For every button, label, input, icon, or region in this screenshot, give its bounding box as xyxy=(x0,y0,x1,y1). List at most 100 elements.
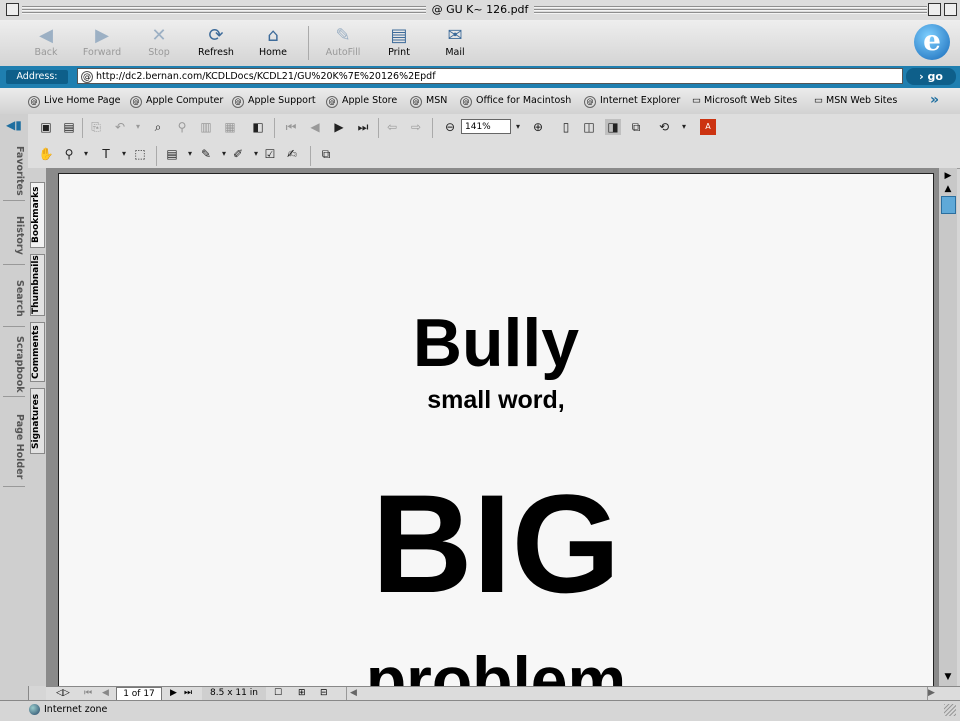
tab-bookmarks[interactable]: Bookmarks xyxy=(30,182,45,248)
next-page-icon[interactable]: ▶ xyxy=(331,119,347,135)
scroll-left-arrow-icon[interactable]: ◀ xyxy=(350,688,357,698)
fav-label: MSN Web Sites xyxy=(826,95,898,106)
previous-page-icon[interactable]: ◀ xyxy=(102,687,109,701)
tab-scrapbook[interactable]: Scrapbook xyxy=(3,332,25,397)
tab-page-holder[interactable]: Page Holder xyxy=(3,408,25,487)
tab-comments[interactable]: Comments xyxy=(30,322,45,382)
toolbar-divider xyxy=(156,146,157,166)
fav-microsoft-web-sites[interactable]: ▭ Microsoft Web Sites xyxy=(692,95,797,106)
page-navigation-bar: ◁▷ ⏮ ◀ 1 of 17 ▶ ⏭ 8.5 x 11 in ☐ ⊞ ⊟ ◀ ▶ xyxy=(46,686,960,701)
actual-size-icon[interactable]: ▯ xyxy=(558,119,574,135)
document-properties-icon[interactable]: ⧉ xyxy=(318,146,334,162)
paste-icon[interactable]: ▦ xyxy=(222,119,238,135)
go-forward-icon[interactable]: ⇨ xyxy=(408,119,424,135)
zoom-tool-icon[interactable]: ⚲ xyxy=(61,146,77,162)
fit-width-icon[interactable]: ◨ xyxy=(605,119,621,135)
autofill-button[interactable]: ✎ AutoFill xyxy=(315,25,371,58)
copy-icon[interactable]: ⎘ xyxy=(88,119,104,135)
first-page-icon[interactable]: ⏮ xyxy=(84,687,92,701)
fav-live-home-page[interactable]: @ Live Home Page xyxy=(28,95,121,108)
fav-label: Microsoft Web Sites xyxy=(704,95,798,106)
stop-x-icon: ✕ xyxy=(151,25,167,46)
scroll-right-arrow-icon[interactable]: ▶ xyxy=(941,170,955,182)
refresh-button[interactable]: ⟳ Refresh xyxy=(188,25,244,58)
first-page-icon[interactable]: ⏮ xyxy=(283,119,299,135)
zoom-dropdown-icon[interactable]: ▾ xyxy=(510,119,526,135)
fav-apple-computer[interactable]: @ Apple Computer xyxy=(130,95,223,108)
document-viewport[interactable]: Bully small word, BIG problem xyxy=(46,168,938,688)
fav-apple-store[interactable]: @ Apple Store xyxy=(326,95,397,108)
undo-icon[interactable]: ↶ xyxy=(112,119,128,135)
graphics-select-tool-icon[interactable]: ⬚ xyxy=(132,146,148,162)
highlight-tool-icon[interactable]: ✐ xyxy=(230,146,246,162)
print-icon[interactable]: ▤ xyxy=(61,119,77,135)
split-toggle-icon[interactable]: ◁▷ xyxy=(56,687,70,701)
more-favorites-chevron-icon[interactable]: » xyxy=(930,92,939,108)
vertical-scrollbar[interactable]: ▶ ▲ ▼ xyxy=(938,168,957,686)
scroll-thumb[interactable] xyxy=(941,196,956,214)
rotate-view-icon[interactable]: ⟲ xyxy=(656,119,672,135)
tab-history[interactable]: History xyxy=(3,206,25,265)
show-hide-navigation-icon[interactable]: ◧ xyxy=(250,119,266,135)
window-title-bar[interactable]: @ GU K~ 126.pdf xyxy=(0,0,960,21)
rotate-dropdown-icon[interactable]: ▾ xyxy=(676,119,692,135)
mail-button[interactable]: ✉ Mail xyxy=(427,25,483,58)
reflow-icon[interactable]: ⧉ xyxy=(628,119,644,135)
fav-msn[interactable]: @ MSN xyxy=(410,95,447,108)
note-tool-dropdown-icon[interactable]: ▾ xyxy=(182,146,198,162)
zoom-out-icon[interactable]: ⊖ xyxy=(442,119,458,135)
address-label: Address: xyxy=(6,70,68,84)
doc-big-text: BIG xyxy=(371,465,621,622)
go-button[interactable]: › go xyxy=(906,68,956,85)
single-page-icon[interactable]: ☐ xyxy=(274,687,282,701)
go-back-icon[interactable]: ⇦ xyxy=(384,119,400,135)
doc-problem-text: problem xyxy=(365,643,627,688)
fav-internet-explorer[interactable]: @ Internet Explorer xyxy=(584,95,680,108)
save-icon[interactable]: ▣ xyxy=(38,119,54,135)
find-binoculars-icon[interactable]: ⌕ xyxy=(150,119,166,135)
search-icon[interactable]: ⚲ xyxy=(174,119,190,135)
signature-tool-icon[interactable]: ✍ xyxy=(284,146,300,162)
fav-msn-web-sites[interactable]: ▭ MSN Web Sites xyxy=(814,95,897,106)
continuous-icon[interactable]: ⊞ xyxy=(298,687,306,701)
note-tool-icon[interactable]: ▤ xyxy=(164,146,180,162)
stop-button[interactable]: ✕ Stop xyxy=(131,25,187,58)
hand-tool-icon[interactable]: ✋ xyxy=(38,146,54,162)
text-select-tool-icon[interactable]: T xyxy=(98,146,114,162)
scroll-right-arrow-icon[interactable]: ▶ xyxy=(928,687,935,701)
explorer-toggle-icon[interactable]: ◀▮ xyxy=(6,118,22,132)
address-input[interactable]: @ http://dc2.bernan.com/KCDLDocs/KCDL21/G… xyxy=(77,68,903,84)
forward-button[interactable]: ▶ Forward xyxy=(74,25,130,58)
back-button[interactable]: ◀ Back xyxy=(18,25,74,58)
tab-search[interactable]: Search xyxy=(3,270,25,327)
tab-signatures[interactable]: Signatures xyxy=(30,388,45,454)
pencil-tool-icon[interactable]: ✎ xyxy=(198,146,214,162)
fit-page-icon[interactable]: ◫ xyxy=(581,119,597,135)
fav-apple-support[interactable]: @ Apple Support xyxy=(232,95,316,108)
print-label: Print xyxy=(388,47,410,58)
zoom-input[interactable]: 141% xyxy=(461,119,511,134)
last-page-icon[interactable]: ⏭ xyxy=(355,119,371,135)
resize-grip-icon[interactable] xyxy=(944,704,956,716)
horizontal-scrollbar[interactable]: ◀ xyxy=(346,687,928,701)
page-number-field[interactable]: 1 of 17 xyxy=(116,687,162,701)
fav-office-for-macintosh[interactable]: @ Office for Macintosh xyxy=(460,95,571,108)
facing-pages-icon[interactable]: ⊟ xyxy=(320,687,328,701)
undo-dropdown-icon[interactable]: ▾ xyxy=(130,119,146,135)
next-page-icon[interactable]: ▶ xyxy=(170,687,177,701)
zoom-tool-dropdown-icon[interactable]: ▾ xyxy=(78,146,94,162)
previous-page-icon[interactable]: ◀ xyxy=(307,119,323,135)
tab-favorites[interactable]: Favorites xyxy=(3,142,25,201)
last-page-icon[interactable]: ⏭ xyxy=(184,687,192,701)
ie-logo-icon[interactable]: e xyxy=(914,24,950,60)
clipboard-icon[interactable]: ▥ xyxy=(198,119,214,135)
scroll-up-arrow-icon[interactable]: ▲ xyxy=(941,183,955,195)
home-button[interactable]: ⌂ Home xyxy=(245,25,301,58)
text-tool-dropdown-icon[interactable]: ▾ xyxy=(116,146,132,162)
spell-check-icon[interactable]: ☑ xyxy=(262,146,278,162)
adobe-logo-icon[interactable]: A xyxy=(700,119,716,135)
print-button[interactable]: ▤ Print xyxy=(371,25,427,58)
tab-thumbnails[interactable]: Thumbnails xyxy=(30,254,45,316)
scroll-down-arrow-icon[interactable]: ▼ xyxy=(941,671,955,683)
zoom-in-icon[interactable]: ⊕ xyxy=(530,119,546,135)
